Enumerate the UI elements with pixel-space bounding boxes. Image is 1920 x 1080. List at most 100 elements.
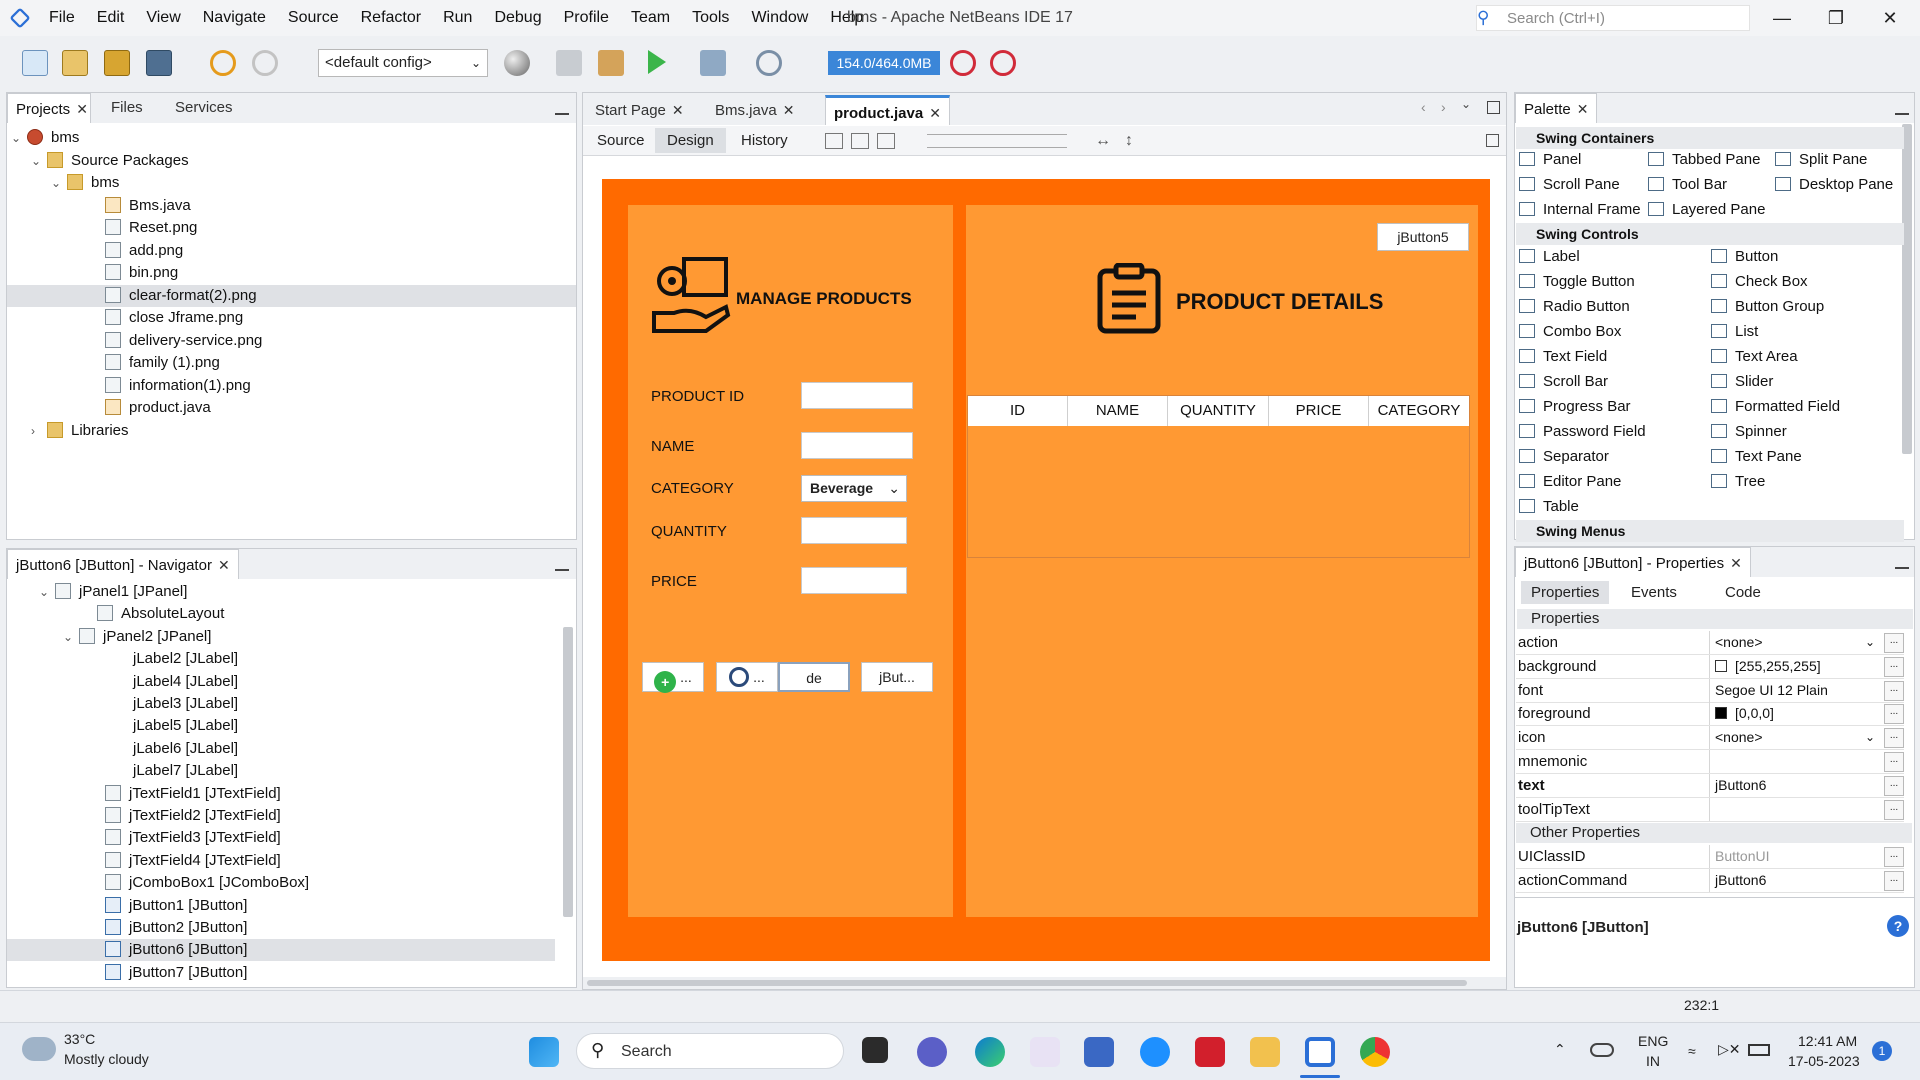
property-value[interactable]: Segoe UI 12 Plain	[1709, 678, 1879, 702]
clean-build-icon[interactable]	[598, 50, 624, 76]
tab-start-page[interactable]: Start Page ✕	[587, 95, 692, 125]
navigator-item[interactable]: jTextField3 [JTextField]	[7, 827, 555, 849]
col-quantity[interactable]: QUANTITY	[1168, 396, 1269, 426]
connection-mode-icon[interactable]	[851, 133, 869, 149]
tree-item[interactable]: information(1).png	[7, 375, 576, 397]
tab-navigator[interactable]: jButton6 [JButton] - Navigator ✕	[7, 549, 239, 579]
menu-debug[interactable]: Debug	[483, 0, 552, 36]
task-view-icon[interactable]	[862, 1037, 888, 1063]
subtab-history[interactable]: History	[741, 132, 788, 149]
section-swing-containers[interactable]: Swing Containers	[1516, 127, 1904, 149]
chevron-down-icon[interactable]: ⌄	[51, 172, 67, 194]
tree-item[interactable]: family (1).png	[7, 352, 576, 374]
palette-item[interactable]: Toggle Button	[1519, 273, 1635, 290]
minimize-panel-icon[interactable]	[1895, 113, 1909, 115]
property-row-mnemonic[interactable]: mnemonic...	[1516, 750, 1904, 774]
close-icon[interactable]: ✕	[76, 101, 88, 117]
chevron-down-icon[interactable]: ⌄	[1865, 726, 1875, 749]
palette-item[interactable]: Tool Bar	[1648, 176, 1727, 193]
palette-item[interactable]: Text Field	[1519, 348, 1607, 365]
tab-list-icon[interactable]: ⌄	[1461, 97, 1471, 111]
product-details-panel[interactable]: jButton5 PRODUCT DETAILS	[966, 205, 1478, 917]
menu-team[interactable]: Team	[620, 0, 681, 36]
maximize-button[interactable]: ❐	[1814, 4, 1858, 32]
palette-item[interactable]: Check Box	[1711, 273, 1808, 290]
tab-properties[interactable]: Properties	[1521, 581, 1610, 604]
windows-start-icon[interactable]	[529, 1037, 559, 1067]
name-field[interactable]	[801, 432, 913, 459]
navigator-item[interactable]: jLabel5 [JLabel]	[7, 715, 555, 737]
build-hammer-icon[interactable]	[556, 50, 582, 76]
maximize-editor-icon[interactable]	[1487, 101, 1500, 114]
jbutton5[interactable]: jButton5	[1377, 223, 1469, 251]
menu-view[interactable]: View	[135, 0, 191, 36]
palette-item[interactable]: Text Pane	[1711, 448, 1802, 465]
palette-item[interactable]: Button Group	[1711, 298, 1824, 315]
mcafee-icon[interactable]	[1195, 1037, 1225, 1067]
close-icon[interactable]: ✕	[672, 102, 684, 118]
tab-bms-java[interactable]: Bms.java ✕	[707, 95, 802, 125]
search-box[interactable]: ⚲ Search (Ctrl+I)	[1476, 5, 1750, 31]
properties-section-header[interactable]: Properties	[1517, 609, 1913, 629]
new-project-icon[interactable]	[62, 50, 88, 76]
files-icon[interactable]	[1030, 1037, 1060, 1067]
property-editor-button[interactable]: ...	[1884, 847, 1904, 867]
navigator-item[interactable]: jComboBox1 [JComboBox]	[7, 872, 555, 894]
chevron-down-icon[interactable]: ⌄	[31, 150, 47, 172]
battery-icon[interactable]	[1748, 1044, 1770, 1056]
col-category[interactable]: CATEGORY	[1369, 396, 1469, 426]
property-editor-button[interactable]: ...	[1884, 704, 1904, 725]
chevron-down-icon[interactable]: ⌄	[11, 127, 27, 149]
palette-item[interactable]: Text Area	[1711, 348, 1798, 365]
property-row-foreground[interactable]: foreground [0,0,0]...	[1516, 702, 1904, 727]
property-value[interactable]: ButtonUI	[1709, 845, 1879, 868]
property-row-text[interactable]: text jButton6...	[1516, 773, 1904, 798]
tab-code[interactable]: Code	[1725, 584, 1761, 601]
scrollbar-thumb[interactable]	[587, 980, 1467, 986]
palette-scrollbar[interactable]	[1902, 124, 1912, 454]
property-value[interactable]	[1709, 797, 1879, 821]
close-icon[interactable]: ✕	[1730, 555, 1742, 571]
menu-tools[interactable]: Tools	[681, 0, 740, 36]
menu-window[interactable]: Window	[740, 0, 819, 36]
property-row-font[interactable]: font Segoe UI 12 Plain...	[1516, 678, 1904, 703]
palette-item[interactable]: Scroll Pane	[1519, 176, 1620, 193]
navigator-item[interactable]: ⌄ jPanel2 [JPanel]	[7, 626, 555, 648]
navigator-item[interactable]: jTextField4 [JTextField]	[7, 850, 555, 872]
debug-icon[interactable]	[700, 50, 726, 76]
tree-item[interactable]: delivery-service.png	[7, 330, 576, 352]
property-editor-button[interactable]: ...	[1884, 680, 1904, 701]
horizontal-scrollbar[interactable]	[583, 977, 1506, 989]
globe-icon[interactable]	[504, 50, 530, 76]
selection-mode-icon[interactable]	[825, 133, 843, 149]
palette-item[interactable]: Password Field	[1519, 423, 1646, 440]
tab-files[interactable]: Files	[103, 93, 151, 123]
property-row-icon[interactable]: icon <none> ⌄...	[1516, 726, 1904, 751]
palette-item[interactable]: Table	[1519, 498, 1579, 515]
palette-item[interactable]: Layered Pane	[1648, 201, 1765, 218]
palette-item[interactable]: Internal Frame	[1519, 201, 1641, 218]
navigator-item[interactable]: jLabel7 [JLabel]	[7, 760, 555, 782]
chrome-icon[interactable]	[1360, 1037, 1390, 1067]
property-editor-button[interactable]: ...	[1884, 752, 1904, 772]
property-value[interactable]	[1709, 750, 1879, 773]
property-editor-button[interactable]: ...	[1884, 775, 1904, 796]
resize-vertical-icon[interactable]: ↕	[1125, 132, 1133, 150]
tree-item[interactable]: product.java	[7, 397, 576, 419]
palette-item[interactable]: Label	[1519, 248, 1580, 265]
palette-item[interactable]: Tree	[1711, 473, 1765, 490]
tree-item[interactable]: clear-format(2).png	[7, 284, 576, 307]
memory-indicator[interactable]: 154.0/464.0MB	[828, 51, 940, 75]
tab-events[interactable]: Events	[1631, 584, 1677, 601]
chevron-down-icon[interactable]: ⌄	[1865, 631, 1875, 654]
config-select[interactable]: <default config> ⌄	[318, 49, 488, 77]
navigator-item[interactable]: jButton1 [JButton]	[7, 895, 555, 917]
reset-button[interactable]: ...	[716, 662, 778, 692]
property-row-action[interactable]: action <none> ⌄...	[1516, 631, 1904, 655]
navigator-item[interactable]: jButton7 [JButton]	[7, 962, 555, 984]
run-icon[interactable]	[648, 50, 666, 74]
property-row-actioncommand[interactable]: actionCommand jButton6...	[1516, 868, 1904, 893]
property-editor-button[interactable]: ...	[1884, 633, 1904, 653]
close-icon[interactable]: ✕	[1577, 101, 1589, 117]
property-editor-button[interactable]: ...	[1884, 656, 1904, 677]
